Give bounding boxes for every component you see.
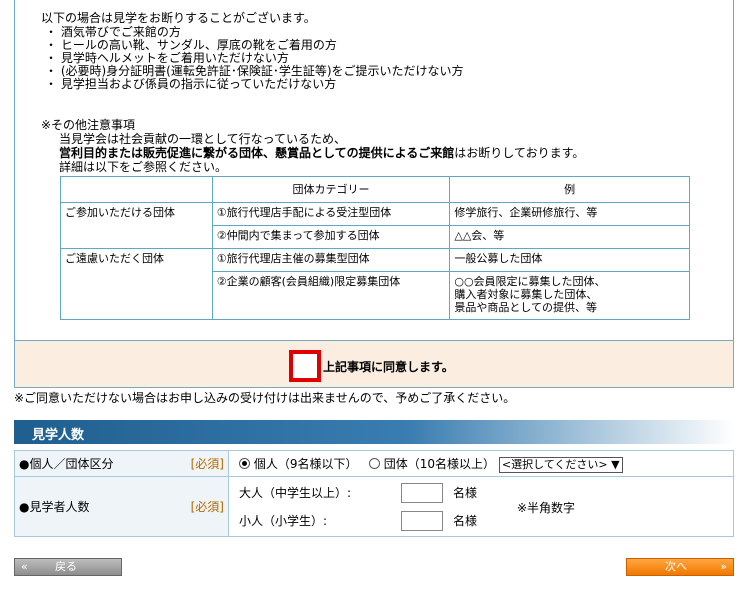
- radio-individual-label[interactable]: 個人（9名様以下）: [254, 457, 358, 471]
- adult-label: 大人（中学生以上）:: [239, 485, 352, 500]
- type-label-cell: ●個人／団体区分 [必須]: [14, 450, 229, 477]
- refusal-item: ・ 見学担当および係員の指示に従っていただけない方: [45, 77, 337, 91]
- radio-individual[interactable]: [239, 457, 250, 469]
- back-label: 戻る: [55, 560, 77, 573]
- double-chevron-right-icon: »: [720, 560, 727, 573]
- refusal-intro: 以下の場合は見学をお断りすることがございます。: [41, 11, 316, 25]
- adult-row: 大人（中学生以上）: 名様: [239, 479, 733, 507]
- group-ok-cell: ご参加いただける団体: [60, 202, 213, 249]
- refusal-item: ・ 見学時ヘルメットをご着用いただけない方: [45, 51, 289, 65]
- example-cell: 一般公募した団体: [449, 248, 690, 272]
- select-value: <選択してください>: [501, 457, 608, 471]
- table-header-row: 団体カテゴリー 例: [60, 176, 690, 203]
- group-ng-cell: ご遠慮いただく団体: [60, 248, 213, 320]
- child-count-input[interactable]: [401, 510, 443, 531]
- category-cell: ②企業の顧客(会員組織)限定募集団体: [211, 271, 451, 320]
- next-label: 次へ: [665, 560, 687, 573]
- group-type-select[interactable]: <選択してください> ▼: [498, 456, 623, 473]
- example-cell: 修学旅行、企業研修旅行、等: [449, 202, 690, 226]
- example-cell: ○○会員限定に募集した団体、 購入者対象に募集した団体、 景品や商品としての提供…: [449, 271, 690, 320]
- agree-checkbox[interactable]: [289, 350, 321, 382]
- section-title: 見学人数: [14, 420, 734, 444]
- other-notes-line: 詳細は以下をご参照ください。: [59, 160, 228, 174]
- child-unit: 名様: [453, 513, 478, 528]
- category-table: 団体カテゴリー 例 ご参加いただける団体 ①旅行代理店手配による受注型団体 修学…: [60, 176, 690, 320]
- example-line: ○○会員限定に募集した団体、: [454, 275, 606, 288]
- table-header: 団体カテゴリー: [211, 176, 451, 203]
- refusal-item: ・ 酒気帯びでご来館の方: [45, 25, 181, 39]
- example-cell: △△会、等: [449, 225, 690, 249]
- category-cell: ②仲間内で集まって参加する団体: [211, 225, 451, 249]
- example-line: 購入者対象に募集した団体、: [454, 288, 598, 301]
- table-header: [60, 176, 213, 203]
- child-label: 小人（小学生）:: [239, 513, 328, 528]
- other-notes-bold: 営利目的または販売促進に繋がる団体、懸賞品としての提供によるご来館: [59, 146, 455, 160]
- agree-note: ※ご同意いただけない場合はお申し込みの受け付けは出来ませんので、予めご了承くださ…: [14, 391, 516, 405]
- example-line: 景品や商品としての提供、等: [454, 301, 598, 314]
- required-badge: [必須]: [190, 500, 224, 514]
- count-inputs-cell: 大人（中学生以上）: 名様 小人（小学生）: 名様 ※半角数字: [228, 476, 734, 537]
- digit-hint: ※半角数字: [517, 501, 576, 515]
- visitor-count-form: ●個人／団体区分 [必須] 個人（9名様以下） 団体（10名様以上） <選択して…: [14, 450, 734, 537]
- other-notes-line: 営利目的または販売促進に繋がる団体、懸賞品としての提供によるご来館はお断りしてお…: [59, 146, 584, 160]
- refusal-item: ・ ヒールの高い靴、サンダル、厚底の靴をご着用の方: [45, 38, 337, 52]
- table-row: ご遠慮いただく団体 ①旅行代理店主催の募集型団体 一般公募した団体: [60, 248, 690, 320]
- category-cell: ①旅行代理店手配による受注型団体: [211, 202, 451, 226]
- required-badge: [必須]: [190, 457, 224, 471]
- count-label-cell: ●見学者人数 [必須]: [14, 476, 229, 537]
- adult-count-input[interactable]: [401, 482, 443, 503]
- table-header: 例: [449, 176, 690, 203]
- other-notes-line: 当見学会は社会貢献の一環として行なっているため、: [59, 132, 347, 146]
- type-label: ●個人／団体区分: [19, 457, 114, 471]
- adult-unit: 名様: [453, 485, 478, 500]
- table-row: ご参加いただける団体 ①旅行代理店手配による受注型団体 修学旅行、企業研修旅行、…: [60, 202, 690, 249]
- double-chevron-left-icon: «: [21, 560, 28, 573]
- refusal-item: ・ (必要時)身分証明書(運転免許証･保険証･学生証等)をご提示いただけない方: [45, 64, 464, 78]
- category-cell: ①旅行代理店主催の募集型団体: [211, 248, 451, 272]
- chevron-down-icon: ▼: [611, 457, 620, 471]
- form-row-count: ●見学者人数 [必須] 大人（中学生以上）: 名様 小人（小学生）: 名様 ※半…: [14, 476, 734, 537]
- other-notes-rest: はお断りしております。: [454, 146, 585, 160]
- back-button[interactable]: « 戻る: [14, 558, 122, 576]
- type-options-cell: 個人（9名様以下） 団体（10名様以上） <選択してください> ▼: [228, 450, 734, 477]
- count-label: ●見学者人数: [19, 500, 90, 514]
- form-row-type: ●個人／団体区分 [必須] 個人（9名様以下） 団体（10名様以上） <選択して…: [14, 450, 734, 477]
- agree-label[interactable]: 上記事項に同意します。: [323, 358, 454, 375]
- child-row: 小人（小学生）: 名様: [239, 507, 733, 535]
- radio-group[interactable]: [368, 457, 380, 469]
- other-notes-title: ※その他注意事項: [41, 118, 136, 132]
- radio-group-label[interactable]: 団体（10名様以上）: [384, 457, 495, 471]
- agree-box: 上記事項に同意します。: [14, 340, 734, 388]
- next-button[interactable]: 次へ »: [626, 558, 734, 576]
